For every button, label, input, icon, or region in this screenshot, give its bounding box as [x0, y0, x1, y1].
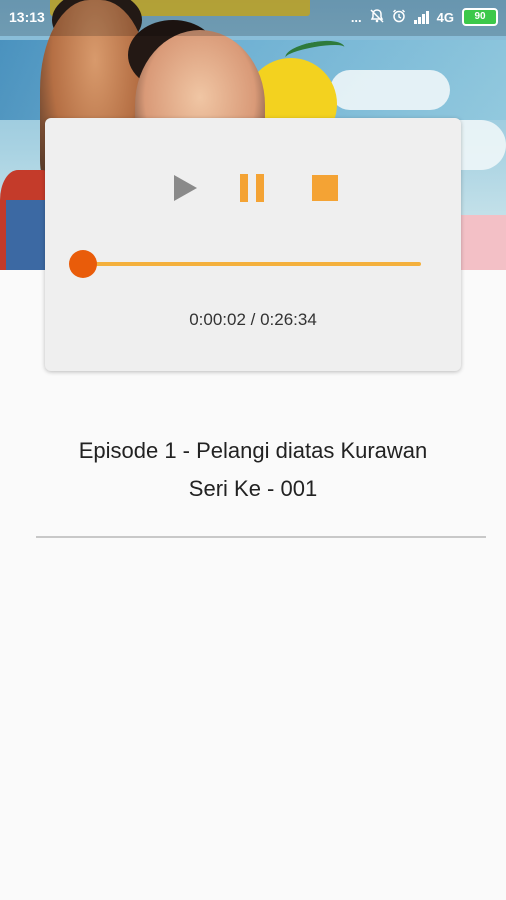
seek-bar[interactable] — [69, 250, 425, 278]
more-dots-icon: ... — [350, 9, 362, 25]
pause-button[interactable] — [235, 170, 271, 206]
stop-button[interactable] — [307, 170, 343, 206]
artwork-left-figure-cloth — [6, 200, 46, 270]
battery-icon: 90 — [462, 8, 498, 26]
bell-muted-icon — [370, 8, 384, 26]
artwork-cloud — [330, 70, 450, 110]
audio-player-card: 0:00:02 / 0:26:34 — [45, 118, 461, 371]
play-button[interactable] — [167, 170, 203, 206]
status-bar: 13:13 ... 4G 90 — [0, 0, 506, 36]
episode-title: Episode 1 - Pelangi diatas Kurawan — [78, 438, 428, 463]
stop-icon — [312, 175, 338, 201]
play-icon — [174, 175, 197, 201]
alarm-clock-icon — [392, 9, 406, 26]
pause-icon — [240, 174, 264, 202]
seek-track — [83, 262, 421, 266]
seek-thumb[interactable] — [69, 250, 98, 278]
playback-time-readout: 0:00:02 / 0:26:34 — [189, 310, 317, 329]
playback-controls — [45, 170, 461, 206]
divider — [36, 536, 486, 538]
status-time: 13:13 — [9, 9, 45, 25]
status-icons: ... 4G 90 — [351, 8, 498, 26]
episode-series-number: Seri Ke - 001 — [188, 476, 318, 501]
network-type-label: 4G — [436, 9, 454, 25]
signal-strength-icon — [413, 10, 429, 24]
